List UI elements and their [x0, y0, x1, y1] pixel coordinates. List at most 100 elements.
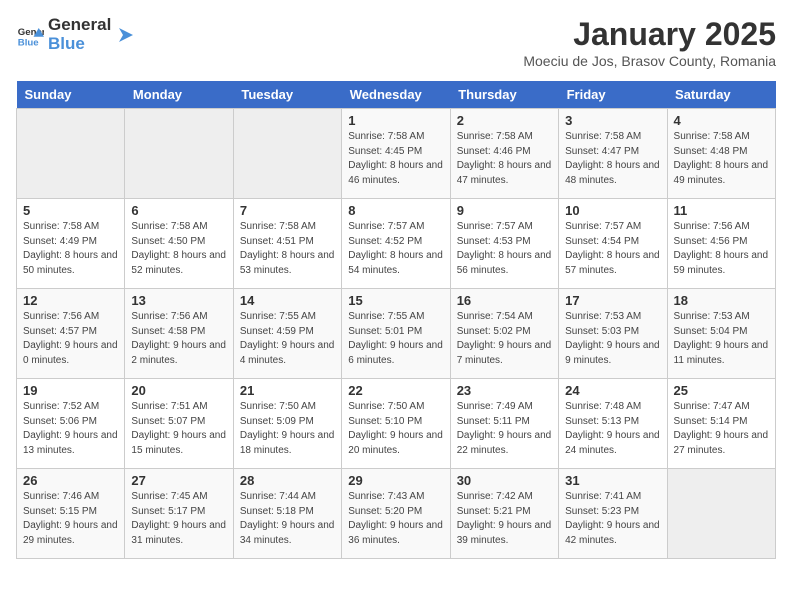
- day-number: 16: [457, 293, 552, 308]
- calendar-cell: 28Sunrise: 7:44 AM Sunset: 5:18 PM Dayli…: [233, 469, 341, 559]
- calendar-cell: 12 Sunrise: 7:56 AM Sunset: 4:57 PM Dayli…: [17, 289, 125, 379]
- day-info: Sunrise: 7:56 AM Sunset: 4:58 PM Dayligh…: [131, 310, 226, 368]
- day-info: Sunrise: 7:58 AM Sunset: 4:49 PM Dayligh…: [23, 220, 118, 278]
- logo-blue-text: Blue: [48, 35, 111, 54]
- day-number: 27: [131, 473, 226, 488]
- svg-text:Blue: Blue: [18, 37, 39, 48]
- day-number: 13: [131, 293, 226, 308]
- calendar-week-row: 19 Sunrise: 7:52 AM Sunset: 5:06 PM Dayli…: [17, 379, 776, 469]
- day-number: 9: [457, 203, 552, 218]
- day-info: Sunrise: 7:55 AM Sunset: 4:59 PM Dayligh…: [240, 310, 335, 368]
- day-info: Sunrise: 7:52 AM Sunset: 5:06 PM Dayligh…: [23, 400, 118, 458]
- day-number: 21: [240, 383, 335, 398]
- day-info: Sunrise: 7:47 AM Sunset: 5:14 PM Dayligh…: [674, 400, 769, 458]
- day-number: 26: [23, 473, 118, 488]
- day-info: Sunrise: 7:57 AM Sunset: 4:52 PM Dayligh…: [348, 220, 443, 278]
- weekday-header-row: SundayMondayTuesdayWednesdayThursdayFrid…: [17, 81, 776, 109]
- day-number: 24: [565, 383, 660, 398]
- day-info: Sunrise: 7:48 AM Sunset: 5:13 PM Dayligh…: [565, 400, 660, 458]
- calendar-cell: 18 Sunrise: 7:53 AM Sunset: 5:04 PM Dayli…: [667, 289, 775, 379]
- day-number: 23: [457, 383, 552, 398]
- calendar-cell: 9 Sunrise: 7:57 AM Sunset: 4:53 PM Daylig…: [450, 199, 558, 289]
- location: Moeciu de Jos, Brasov County, Romania: [523, 53, 776, 69]
- day-number: 11: [674, 203, 769, 218]
- day-number: 31: [565, 473, 660, 488]
- day-number: 29: [348, 473, 443, 488]
- day-info: Sunrise: 7:57 AM Sunset: 4:54 PM Dayligh…: [565, 220, 660, 278]
- day-info: Sunrise: 7:58 AM Sunset: 4:47 PM Dayligh…: [565, 130, 660, 188]
- calendar-cell: 26 Sunrise: 7:46 AM Sunset: 5:15 PM Dayli…: [17, 469, 125, 559]
- day-info: Sunrise: 7:50 AM Sunset: 5:09 PM Dayligh…: [240, 400, 335, 458]
- day-info: Sunrise: 7:43 AM Sunset: 5:20 PM Dayligh…: [348, 490, 443, 548]
- weekday-header-sunday: Sunday: [17, 81, 125, 109]
- day-number: 1: [348, 113, 443, 128]
- calendar-cell: 3 Sunrise: 7:58 AM Sunset: 4:47 PM Daylig…: [559, 109, 667, 199]
- day-info: Sunrise: 7:58 AM Sunset: 4:48 PM Dayligh…: [674, 130, 769, 188]
- calendar-cell: 21 Sunrise: 7:50 AM Sunset: 5:09 PM Dayli…: [233, 379, 341, 469]
- title-block: January 2025 Moeciu de Jos, Brasov Count…: [523, 16, 776, 69]
- day-info: Sunrise: 7:53 AM Sunset: 5:03 PM Dayligh…: [565, 310, 660, 368]
- page-header: General Blue General Blue January 2025 M…: [16, 16, 776, 69]
- day-number: 12: [23, 293, 118, 308]
- day-info: Sunrise: 7:50 AM Sunset: 5:10 PM Dayligh…: [348, 400, 443, 458]
- day-number: 17: [565, 293, 660, 308]
- day-info: Sunrise: 7:58 AM Sunset: 4:51 PM Dayligh…: [240, 220, 335, 278]
- logo-icon: General Blue: [16, 21, 44, 49]
- logo-general-text: General: [48, 16, 111, 35]
- day-info: Sunrise: 7:56 AM Sunset: 4:56 PM Dayligh…: [674, 220, 769, 278]
- calendar-cell: 30 Sunrise: 7:42 AM Sunset: 5:21 PM Dayli…: [450, 469, 558, 559]
- day-number: 2: [457, 113, 552, 128]
- calendar-cell: 27Sunrise: 7:45 AM Sunset: 5:17 PM Dayli…: [125, 469, 233, 559]
- calendar-cell: 2 Sunrise: 7:58 AM Sunset: 4:46 PM Daylig…: [450, 109, 558, 199]
- calendar-cell: 6Sunrise: 7:58 AM Sunset: 4:50 PM Daylig…: [125, 199, 233, 289]
- day-number: 22: [348, 383, 443, 398]
- day-info: Sunrise: 7:46 AM Sunset: 5:15 PM Dayligh…: [23, 490, 118, 548]
- day-number: 10: [565, 203, 660, 218]
- day-info: Sunrise: 7:53 AM Sunset: 5:04 PM Dayligh…: [674, 310, 769, 368]
- calendar-cell: 7Sunrise: 7:58 AM Sunset: 4:51 PM Daylig…: [233, 199, 341, 289]
- weekday-header-wednesday: Wednesday: [342, 81, 450, 109]
- calendar-cell: [17, 109, 125, 199]
- day-info: Sunrise: 7:56 AM Sunset: 4:57 PM Dayligh…: [23, 310, 118, 368]
- calendar-week-row: 1 Sunrise: 7:58 AM Sunset: 4:45 PM Daylig…: [17, 109, 776, 199]
- day-info: Sunrise: 7:58 AM Sunset: 4:45 PM Dayligh…: [348, 130, 443, 188]
- calendar-cell: 17 Sunrise: 7:53 AM Sunset: 5:03 PM Dayli…: [559, 289, 667, 379]
- calendar-week-row: 26 Sunrise: 7:46 AM Sunset: 5:15 PM Dayli…: [17, 469, 776, 559]
- weekday-header-saturday: Saturday: [667, 81, 775, 109]
- calendar-cell: 19 Sunrise: 7:52 AM Sunset: 5:06 PM Dayli…: [17, 379, 125, 469]
- weekday-header-thursday: Thursday: [450, 81, 558, 109]
- calendar-week-row: 5Sunrise: 7:58 AM Sunset: 4:49 PM Daylig…: [17, 199, 776, 289]
- day-number: 25: [674, 383, 769, 398]
- day-info: Sunrise: 7:57 AM Sunset: 4:53 PM Dayligh…: [457, 220, 552, 278]
- weekday-header-friday: Friday: [559, 81, 667, 109]
- calendar-cell: 10 Sunrise: 7:57 AM Sunset: 4:54 PM Dayli…: [559, 199, 667, 289]
- calendar-cell: 16Sunrise: 7:54 AM Sunset: 5:02 PM Dayli…: [450, 289, 558, 379]
- weekday-header-tuesday: Tuesday: [233, 81, 341, 109]
- day-number: 19: [23, 383, 118, 398]
- calendar-cell: 8 Sunrise: 7:57 AM Sunset: 4:52 PM Daylig…: [342, 199, 450, 289]
- day-number: 3: [565, 113, 660, 128]
- weekday-header-monday: Monday: [125, 81, 233, 109]
- day-info: Sunrise: 7:42 AM Sunset: 5:21 PM Dayligh…: [457, 490, 552, 548]
- day-number: 8: [348, 203, 443, 218]
- calendar-cell: [233, 109, 341, 199]
- day-number: 18: [674, 293, 769, 308]
- calendar-cell: 14 Sunrise: 7:55 AM Sunset: 4:59 PM Dayli…: [233, 289, 341, 379]
- day-info: Sunrise: 7:44 AM Sunset: 5:18 PM Dayligh…: [240, 490, 335, 548]
- day-number: 14: [240, 293, 335, 308]
- day-info: Sunrise: 7:49 AM Sunset: 5:11 PM Dayligh…: [457, 400, 552, 458]
- calendar-cell: 15Sunrise: 7:55 AM Sunset: 5:01 PM Dayli…: [342, 289, 450, 379]
- day-info: Sunrise: 7:51 AM Sunset: 5:07 PM Dayligh…: [131, 400, 226, 458]
- day-number: 20: [131, 383, 226, 398]
- calendar-cell: [667, 469, 775, 559]
- calendar-cell: 29 Sunrise: 7:43 AM Sunset: 5:20 PM Dayli…: [342, 469, 450, 559]
- day-number: 30: [457, 473, 552, 488]
- calendar-cell: 22 Sunrise: 7:50 AM Sunset: 5:10 PM Dayli…: [342, 379, 450, 469]
- calendar-cell: 20 Sunrise: 7:51 AM Sunset: 5:07 PM Dayli…: [125, 379, 233, 469]
- day-info: Sunrise: 7:58 AM Sunset: 4:46 PM Dayligh…: [457, 130, 552, 188]
- month-title: January 2025: [523, 16, 776, 53]
- calendar-cell: 25 Sunrise: 7:47 AM Sunset: 5:14 PM Dayli…: [667, 379, 775, 469]
- day-info: Sunrise: 7:41 AM Sunset: 5:23 PM Dayligh…: [565, 490, 660, 548]
- logo-arrow-icon: [115, 24, 137, 46]
- calendar-cell: 24 Sunrise: 7:48 AM Sunset: 5:13 PM Dayli…: [559, 379, 667, 469]
